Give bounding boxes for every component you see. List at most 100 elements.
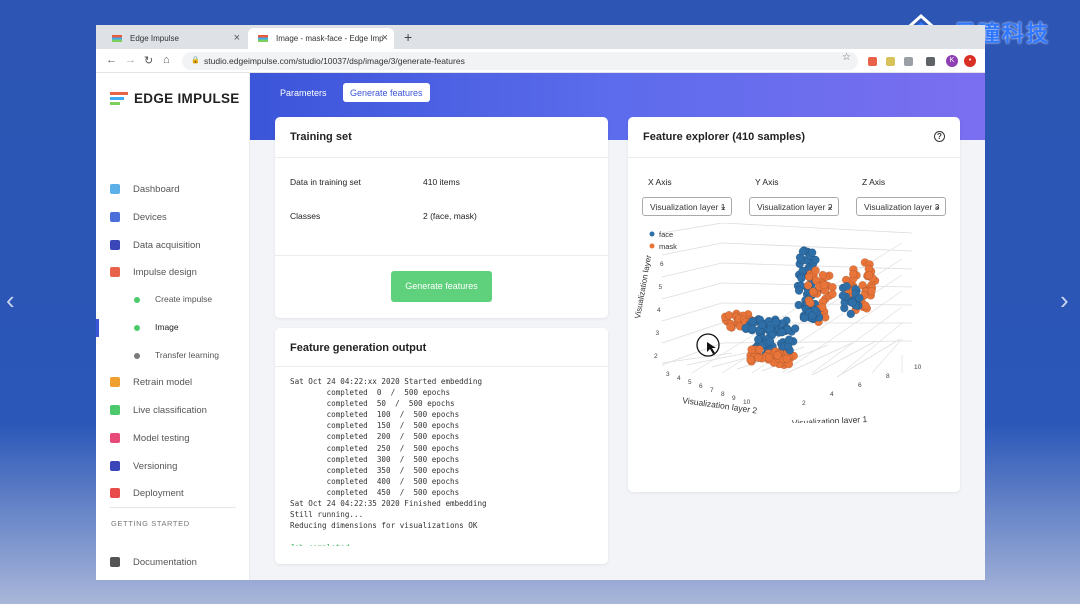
sidebar-item-deployment[interactable]: Deployment [96, 483, 250, 505]
prev-arrow-icon[interactable]: ‹ [6, 287, 15, 313]
data-point [748, 324, 757, 333]
sidebar-item-devices[interactable]: Devices [96, 207, 250, 229]
extension-icon[interactable] [868, 57, 877, 66]
console-line: completed 100 / 500 epochs [290, 410, 460, 420]
data-point [747, 345, 756, 354]
favicon-icon [258, 35, 268, 42]
home-icon[interactable]: ⌂ [163, 54, 170, 66]
data-point [757, 320, 767, 330]
close-icon[interactable]: × [382, 32, 388, 44]
sidebar: EDGE IMPULSE Dashboard Devices Data acquis… [96, 73, 250, 580]
console-log[interactable]: Sat Oct 24 04:22:xx 2020 Started embeddi… [290, 376, 608, 546]
feature-scatter-plot[interactable]: facemask23456345678910 246810Visualizatio… [632, 223, 952, 423]
sidebar-item-data-acquisition[interactable]: Data acquisition [96, 235, 250, 257]
sidebar-item-impulse-design[interactable]: Impulse design [96, 262, 250, 284]
classes-label: Classes [290, 211, 321, 221]
x-axis-select[interactable]: Visualization layer 1 ⌄ [642, 197, 732, 216]
gridline [661, 282, 723, 300]
chevron-down-icon: ⌄ [719, 201, 727, 211]
sidebar-item-transfer-learning[interactable]: Transfer learning [96, 345, 250, 367]
sidebar-item-label: Dashboard [133, 184, 180, 195]
z-axis-select[interactable]: Visualization layer 3 ⌄ [856, 197, 946, 216]
console-line: completed 200 / 500 epochs [290, 432, 460, 442]
sidebar-item-documentation[interactable]: Documentation [96, 552, 250, 574]
x-axis-label: X Axis [648, 177, 672, 187]
pulse-icon [110, 267, 120, 277]
bookmark-star-icon[interactable]: ☆ [842, 52, 851, 63]
console-line: Job completed [290, 542, 608, 546]
profile-avatar[interactable]: K [946, 55, 958, 67]
tab-generate-features[interactable]: Generate features [343, 83, 430, 102]
console-line: completed 150 / 500 epochs [290, 421, 460, 431]
tab-parameters[interactable]: Parameters [273, 83, 334, 102]
back-icon[interactable]: ← [106, 54, 117, 66]
reload-icon[interactable]: ↻ [144, 54, 153, 67]
status-dot-icon [134, 297, 140, 303]
update-icon[interactable]: • [964, 55, 976, 67]
sidebar-item-live-classification[interactable]: Live classification [96, 400, 250, 422]
training-data-value: 410 items [423, 177, 460, 187]
z-tick-label: 4 [657, 307, 661, 314]
data-point [867, 286, 876, 296]
favicon-icon [112, 35, 122, 42]
y-tick-label: 8 [721, 391, 725, 398]
sidebar-item-dashboard[interactable]: Dashboard [96, 179, 250, 201]
browser-tab-1[interactable]: Edge Impulse × [102, 28, 246, 49]
z-axis-label: Z Axis [862, 177, 886, 187]
data-point [755, 345, 764, 354]
divider [110, 507, 236, 508]
extension-icon[interactable] [886, 57, 895, 66]
sidebar-item-retrain-model[interactable]: Retrain model [96, 372, 250, 394]
y-axis-select[interactable]: Visualization layer 2 ⌄ [749, 197, 839, 216]
help-icon[interactable]: ? [934, 131, 945, 142]
browser-tab-2[interactable]: Image - mask-face - Edge Imp × [248, 28, 394, 49]
logo-mark-icon [110, 92, 128, 105]
puzzle-icon[interactable] [926, 57, 935, 66]
data-point [797, 274, 806, 283]
z-axis-title: Visualization layer [633, 254, 653, 319]
z-tick-label: 3 [656, 330, 660, 337]
address-bar[interactable]: 🔒 studio.edgeimpulse.com/studio/10037/ds… [182, 52, 858, 70]
data-point [855, 293, 864, 303]
x-tick-label: 6 [858, 382, 862, 389]
data-point [726, 322, 735, 332]
x-tick-label: 2 [802, 400, 806, 407]
new-tab-icon[interactable]: + [404, 29, 412, 45]
data-point [861, 301, 870, 310]
section-heading: GETTING STARTED [111, 519, 190, 528]
gridline [841, 322, 903, 374]
sidebar-item-model-testing[interactable]: Model testing [96, 428, 250, 450]
y-tick-label: 6 [699, 383, 703, 390]
training-data-label: Data in training set [290, 177, 361, 187]
gridline [661, 262, 723, 278]
sidebar-item-image[interactable]: Image [96, 317, 250, 339]
sidebar-item-label: Image [155, 322, 179, 332]
data-point [842, 282, 851, 291]
y-tick-label: 9 [732, 395, 736, 402]
data-point [804, 272, 814, 282]
data-point [818, 270, 828, 280]
sidebar-item-label: Live classification [133, 405, 207, 416]
sidebar-item-create-impulse[interactable]: Create impulse [96, 289, 250, 311]
data-point [784, 335, 794, 344]
x-axis-title: Visualization layer 1 [792, 414, 868, 423]
chevron-down-icon: ⌄ [826, 201, 834, 211]
x-axis-value: Visualization layer 1 [650, 202, 726, 212]
data-point [807, 248, 817, 257]
close-icon[interactable]: × [234, 32, 240, 44]
data-point [808, 287, 818, 296]
forward-icon[interactable]: → [125, 54, 136, 66]
data-point [746, 355, 755, 365]
sidebar-item-versioning[interactable]: Versioning [96, 456, 250, 478]
extension-icon[interactable] [904, 57, 913, 66]
next-arrow-icon[interactable]: › [1060, 287, 1069, 313]
database-icon [110, 240, 120, 250]
y-tick-label: 7 [710, 387, 714, 394]
data-point [724, 311, 734, 320]
data-point [777, 327, 787, 337]
y-tick-label: 3 [666, 371, 670, 378]
feature-explorer-card: Feature explorer (410 samples) ? X Axis … [628, 117, 960, 492]
lock-icon: 🔒 [191, 57, 200, 64]
data-point [811, 266, 820, 275]
generate-features-button[interactable]: Generate features [391, 271, 492, 302]
